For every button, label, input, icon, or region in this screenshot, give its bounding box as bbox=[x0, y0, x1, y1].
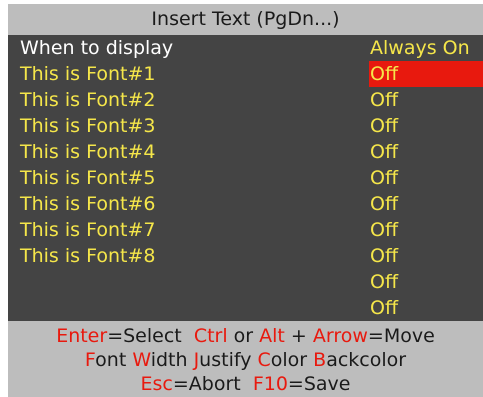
menu-row-value[interactable]: Off bbox=[369, 165, 483, 191]
menu-row-value[interactable]: Off bbox=[369, 269, 483, 295]
hotkey-text: Alt bbox=[259, 325, 285, 347]
menu-row-when-to-display[interactable]: When to display Always On bbox=[8, 35, 483, 61]
help-text: ackcolor bbox=[326, 349, 407, 371]
hotkey-text: B bbox=[313, 349, 327, 371]
menu-row-label: This is Font#3 bbox=[20, 115, 156, 137]
help-text: =Select bbox=[107, 325, 194, 347]
hotkey-text: Arrow bbox=[312, 325, 368, 347]
menu-row-value[interactable]: Off bbox=[369, 191, 483, 217]
menu-row[interactable]: This is Font#8 Off bbox=[8, 243, 483, 269]
menu-row-value[interactable]: Off bbox=[369, 243, 483, 269]
menu-row-value[interactable]: Always On bbox=[369, 35, 483, 61]
menu-row-label: This is Font#1 bbox=[20, 63, 156, 85]
menu-row[interactable]: This is Font#6 Off bbox=[8, 191, 483, 217]
help-text: =Save bbox=[287, 373, 351, 395]
menu-row-label: This is Font#6 bbox=[20, 193, 156, 215]
dialog-title: Insert Text (PgDn...) bbox=[8, 4, 483, 35]
help-text: or bbox=[227, 325, 260, 347]
insert-text-dialog: Insert Text (PgDn...) When to display Alw… bbox=[8, 4, 483, 397]
help-text: ont bbox=[95, 349, 133, 371]
menu-row-value[interactable]: Off bbox=[369, 87, 483, 113]
menu-row-value-selected[interactable]: Off bbox=[369, 61, 483, 87]
menu-row[interactable]: This is Font#4 Off bbox=[8, 139, 483, 165]
menu-row-value[interactable]: Off bbox=[369, 139, 483, 165]
hotkey-text: Enter bbox=[56, 325, 108, 347]
help-bar: Enter=Select Ctrl or Alt + Arrow=Move Fo… bbox=[8, 321, 483, 397]
menu-row[interactable]: This is Font#3 Off bbox=[8, 113, 483, 139]
help-line-1: Enter=Select Ctrl or Alt + Arrow=Move bbox=[8, 323, 483, 349]
menu-row-value[interactable]: Off bbox=[369, 295, 483, 321]
menu-row-label: When to display bbox=[20, 37, 174, 59]
menu-row-label: This is Font#7 bbox=[20, 219, 156, 241]
hotkey-text: F bbox=[84, 349, 96, 371]
help-text: =Abort bbox=[172, 373, 253, 395]
menu-row[interactable]: Off bbox=[8, 295, 483, 321]
menu-row[interactable]: This is Font#2 Off bbox=[8, 87, 483, 113]
hotkey-text: F10 bbox=[252, 373, 288, 395]
menu-row-label: This is Font#4 bbox=[20, 141, 156, 163]
help-text: olor bbox=[270, 349, 314, 371]
help-text: idth bbox=[150, 349, 194, 371]
menu-row[interactable]: This is Font#1 Off bbox=[8, 61, 483, 87]
help-line-2: Font Width Justify Color Backcolor bbox=[8, 347, 483, 373]
menu-list: When to display Always On This is Font#1 Of… bbox=[8, 35, 483, 321]
menu-row-label: This is Font#2 bbox=[20, 89, 156, 111]
menu-row-value[interactable]: Off bbox=[369, 217, 483, 243]
menu-row-label: This is Font#5 bbox=[20, 167, 156, 189]
menu-row[interactable]: Off bbox=[8, 269, 483, 295]
hotkey-text: Ctrl bbox=[193, 325, 228, 347]
hotkey-text: Esc bbox=[140, 373, 173, 395]
help-text: =Move bbox=[367, 325, 435, 347]
menu-row[interactable]: This is Font#5 Off bbox=[8, 165, 483, 191]
menu-row-value[interactable]: Off bbox=[369, 113, 483, 139]
hotkey-text: C bbox=[257, 349, 271, 371]
menu-row-label: This is Font#8 bbox=[20, 245, 156, 267]
menu-row[interactable]: This is Font#7 Off bbox=[8, 217, 483, 243]
hotkey-text: W bbox=[132, 349, 151, 371]
help-line-3: Esc=Abort F10=Save bbox=[8, 371, 483, 397]
help-text: + bbox=[284, 325, 313, 347]
help-text: ustify bbox=[199, 349, 258, 371]
